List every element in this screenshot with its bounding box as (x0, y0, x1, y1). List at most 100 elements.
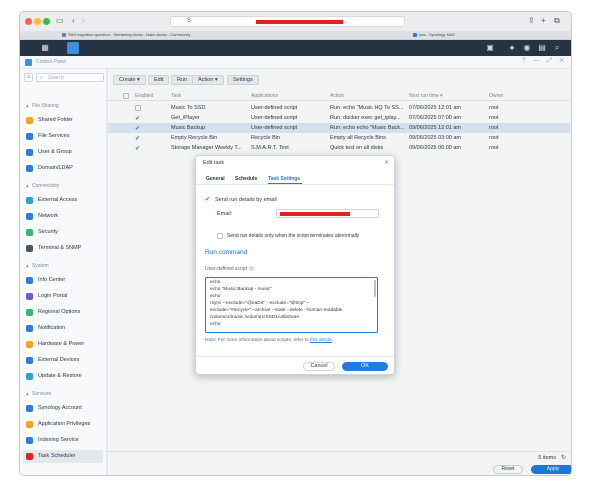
sidebar-item-label: Notification (38, 325, 66, 331)
sidebar-item-domain-ldap[interactable]: Domain/LDAP (23, 162, 103, 175)
window-controls[interactable]: ? — ⤢ ✕ (522, 58, 567, 65)
login-portal-icon (26, 293, 33, 300)
sidebar-item-external-devices[interactable]: External Devices (23, 354, 103, 367)
maximize-window-button[interactable] (43, 18, 50, 25)
sidebar-item-regional-options[interactable]: Regional Options (23, 306, 103, 319)
sidebar-item-terminal-snmp[interactable]: Terminal & SNMP (23, 242, 103, 255)
active-tab-indicator (268, 183, 302, 184)
regional-icon (26, 309, 33, 316)
indexing-icon (26, 437, 33, 444)
user-icon[interactable]: ◉ (522, 43, 532, 53)
search-input[interactable]: ⌕ Search (36, 73, 104, 82)
scrollbar[interactable] (374, 280, 376, 297)
synology-favicon-icon (413, 33, 417, 37)
sidebar-section[interactable]: ▴ Services (26, 391, 51, 399)
new-tab-icon[interactable]: + (541, 16, 546, 26)
tab-label: SAS migration question - Streaming Audio… (68, 32, 191, 37)
sidebar-toggle-icon[interactable]: ▭ (56, 16, 64, 26)
tab-general[interactable]: General (206, 176, 225, 182)
control-panel-taskbar-icon[interactable] (67, 42, 79, 54)
sidebar-item-info-center[interactable]: Info Center (23, 274, 103, 287)
sidebar-item-label: External Access (38, 197, 78, 203)
info-icon[interactable]: i (248, 266, 254, 271)
address-redaction (256, 20, 343, 24)
main-menu-icon[interactable]: ▦ (40, 43, 50, 53)
sidebar-item-label: External Devices (38, 357, 80, 363)
sidebar-item-label: Terminal & SNMP (38, 245, 82, 251)
script-textarea[interactable]: echo echo "Music Backup - music" echo rsync… (205, 277, 378, 333)
home-button[interactable]: ⌂ (24, 73, 33, 82)
script-line: echo (210, 322, 221, 327)
dsm-taskbar: ▦ ▣ ● ◉ ▤ ⌕ (20, 40, 571, 56)
sidebar-item-label: Network (38, 213, 59, 219)
dialog-title: Edit task (203, 160, 225, 166)
only-abnormal-label: Send run details only when the script te… (227, 233, 360, 239)
notification-icon (26, 325, 33, 332)
sidebar-item-label: Task Scheduler (38, 453, 76, 459)
sidebar-item-label: User & Group (38, 149, 72, 155)
desktop-icon[interactable]: ▤ (537, 43, 547, 53)
folder-icon (26, 117, 33, 124)
sidebar-item-login-portal[interactable]: Login Portal (23, 290, 103, 303)
sidebar-item-label: Login Portal (38, 293, 68, 299)
sidebar-item-hardware-power[interactable]: Hardware & Power (23, 338, 103, 351)
sidebar-section[interactable]: ▴ Connectivity (26, 183, 59, 191)
tab-task-settings[interactable]: Task Settings (268, 176, 300, 182)
sidebar-item-indexing-service[interactable]: Indexing Service (23, 434, 103, 447)
search-taskbar-icon[interactable]: ⌕ (552, 43, 562, 53)
network-icon (26, 213, 33, 220)
tab-community[interactable]: SAS migration question - Streaming Audio… (62, 32, 242, 39)
browser-tabs: SAS migration question - Streaming Audio… (20, 31, 571, 40)
sidebar-section[interactable]: ▴ File Sharing (26, 103, 59, 111)
sidebar-section-label: Connectivity (32, 183, 60, 189)
search-placeholder: Search (48, 75, 64, 81)
sidebar-item-synology-account[interactable]: Synology Account (23, 402, 103, 415)
send-email-checkbox[interactable]: ✔ (205, 196, 210, 203)
tab-overview-icon[interactable]: ⧉ (554, 16, 560, 26)
tab-label: nas - Synology NAS (419, 32, 455, 37)
minimize-window-button[interactable] (34, 18, 41, 25)
tab-schedule[interactable]: Schedule (235, 176, 257, 182)
sidebar-item-network[interactable]: Network (23, 210, 103, 223)
sidebar-section-label: Services (32, 391, 52, 397)
share-icon[interactable]: ⇪ (528, 16, 535, 26)
edit-task-dialog: Edit task ✕ General Schedule Task Settin… (195, 155, 395, 375)
close-icon[interactable]: ✕ (384, 159, 389, 166)
sidebar-item-security[interactable]: Security (23, 226, 103, 239)
search-icon: ⌕ (40, 75, 43, 81)
sidebar-item-application-privileges[interactable]: Application Privileges (23, 418, 103, 431)
widgets-icon[interactable]: ▣ (485, 43, 495, 53)
browser-toolbar: ▭ ‹ › S ⇪ + ⧉ (20, 12, 571, 31)
note: Note: For more information about scripts… (205, 338, 333, 343)
close-window-button[interactable] (25, 18, 32, 25)
sidebar-item-notification[interactable]: Notification (23, 322, 103, 335)
sidebar-item-label: Synology Account (38, 405, 82, 411)
ok-button[interactable]: OK (342, 362, 388, 371)
account-icon (26, 405, 33, 412)
script-line: /volume1/music /volume1/SSD1/usbshare (210, 315, 300, 320)
email-field[interactable] (276, 209, 379, 218)
article-link[interactable]: this article (310, 338, 332, 343)
forward-icon[interactable]: › (82, 16, 85, 26)
sidebar-item-file-services[interactable]: File Services (23, 130, 103, 143)
cancel-button[interactable]: Cancel (303, 362, 335, 371)
control-panel-titlebar: Control Panel ? — ⤢ ✕ (20, 56, 571, 69)
only-abnormal-checkbox[interactable] (217, 233, 223, 239)
chat-icon[interactable]: ● (507, 43, 517, 53)
sidebar-item-update-restore[interactable]: Update & Restore (23, 370, 103, 383)
sidebar-item-external-access[interactable]: External Access (23, 194, 103, 207)
sidebar: ⌂ ⌕ Search ▴ File Sharing Shared Folder Fil… (20, 69, 107, 475)
address-bar[interactable]: S (170, 16, 405, 27)
globe-icon (26, 197, 33, 204)
sidebar-section[interactable]: ▴ System (26, 263, 49, 271)
tab-synology[interactable]: nas - Synology NAS (413, 32, 493, 39)
sidebar-section-label: File Sharing (32, 103, 59, 109)
address-text: S (187, 18, 192, 24)
sidebar-item-label: Info Center (38, 277, 66, 283)
sidebar-item-task-scheduler[interactable]: Task Scheduler (23, 450, 103, 463)
back-icon[interactable]: ‹ (72, 16, 75, 26)
power-icon (26, 341, 33, 348)
sidebar-item-user-group[interactable]: User & Group (23, 146, 103, 159)
sidebar-item-shared-folder[interactable]: Shared Folder (23, 114, 103, 127)
sidebar-item-label: File Services (38, 133, 70, 139)
